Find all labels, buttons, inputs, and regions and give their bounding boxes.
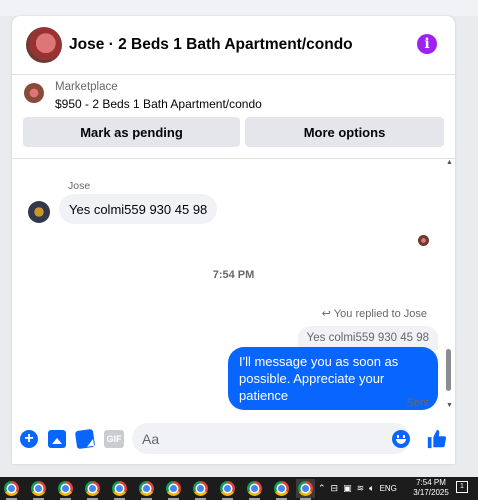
chrome-icon <box>31 481 46 496</box>
plus-icon[interactable]: + <box>20 430 38 448</box>
listing-thumbnail[interactable] <box>24 83 44 103</box>
conversation: Jose Yes colmi559 930 45 98 7:54 PM ↩ You… <box>12 159 455 410</box>
emoji-icon[interactable] <box>392 430 410 448</box>
gif-icon[interactable]: GIF <box>104 430 124 448</box>
chrome-icon <box>4 481 19 496</box>
listing-source: Marketplace <box>55 81 118 93</box>
mark-as-pending-button[interactable]: Mark as pending <box>23 117 240 147</box>
taskbar-app-chrome[interactable] <box>191 479 210 500</box>
taskbar-app-chrome[interactable] <box>56 479 75 500</box>
chrome-icon <box>220 481 235 496</box>
listing-panel: Marketplace $950 - 2 Beds 1 Bath Apartme… <box>12 75 455 159</box>
chrome-icon <box>85 481 100 496</box>
replied-label-text: You replied to Jose <box>333 308 427 320</box>
scroll-up-icon[interactable]: ▲ <box>446 159 453 166</box>
volume-icon[interactable]: 🔈︎ <box>369 483 374 494</box>
like-icon[interactable] <box>426 428 448 450</box>
clock[interactable]: 7:54 PM 3/17/2025 <box>410 478 452 498</box>
listing-price-title[interactable]: $950 - 2 Beds 1 Bath Apartment/condo <box>55 97 262 111</box>
chrome-icon <box>298 481 313 496</box>
message-status: Sent <box>406 397 429 409</box>
chat-header: Jose · 2 Beds 1 Bath Apartment/condo i <box>12 16 455 75</box>
more-options-button[interactable]: More options <box>245 117 444 147</box>
meet-now-icon[interactable]: ▣ <box>343 483 352 494</box>
sticker-icon[interactable] <box>74 428 96 450</box>
chrome-icon <box>166 481 181 496</box>
chat-title[interactable]: Jose · 2 Beds 1 Bath Apartment/condo <box>69 36 353 54</box>
chrome-icon <box>274 481 289 496</box>
wifi-icon[interactable]: ≋ <box>357 483 365 494</box>
window-top-strip <box>0 0 478 16</box>
taskbar-app-chrome-active[interactable] <box>296 479 315 500</box>
chrome-icon <box>139 481 154 496</box>
message-input[interactable]: Aa <box>132 423 410 454</box>
taskbar-app-chrome[interactable] <box>2 479 21 500</box>
replied-label: ↩ You replied to Jose <box>322 307 427 320</box>
taskbar-app-chrome[interactable] <box>137 479 156 500</box>
notification-icon[interactable]: 1 <box>456 481 468 493</box>
scrollbar[interactable]: ▲ ▼ <box>444 159 454 409</box>
system-tray: ⌃ ⊟ ▣ ≋ 🔈︎ ENG <box>318 477 397 500</box>
info-icon[interactable]: i <box>417 34 437 54</box>
chevron-up-icon[interactable]: ⌃ <box>318 483 326 494</box>
image-icon[interactable] <box>48 430 66 448</box>
clock-time: 7:54 PM <box>416 478 446 487</box>
scrollbar-thumb[interactable] <box>446 349 451 391</box>
chrome-icon <box>247 481 262 496</box>
language-indicator[interactable]: ENG <box>380 484 397 493</box>
taskbar-app-chrome[interactable] <box>29 479 48 500</box>
message-timestamp: 7:54 PM <box>212 269 255 281</box>
reply-arrow-icon: ↩ <box>321 308 331 320</box>
taskbar-app-chrome[interactable] <box>83 479 102 500</box>
taskbar-app-chrome[interactable] <box>110 479 129 500</box>
chrome-icon <box>193 481 208 496</box>
chat-window: Jose · 2 Beds 1 Bath Apartment/condo i M… <box>12 16 455 464</box>
network-icon[interactable]: ⊟ <box>331 483 339 494</box>
taskbar-app-chrome[interactable] <box>272 479 291 500</box>
composer: + GIF Aa <box>12 420 455 460</box>
taskbar-app-chrome[interactable] <box>245 479 264 500</box>
taskbar-app-chrome[interactable] <box>218 479 237 500</box>
incoming-message[interactable]: Yes colmi559 930 45 98 <box>59 194 218 224</box>
sender-avatar[interactable] <box>28 201 50 223</box>
sender-name: Jose <box>68 180 91 192</box>
chrome-icon <box>112 481 127 496</box>
taskbar-app-chrome[interactable] <box>164 479 183 500</box>
clock-date: 3/17/2025 <box>413 488 449 497</box>
scroll-down-icon[interactable]: ▼ <box>446 402 453 409</box>
avatar[interactable] <box>26 27 62 63</box>
chrome-icon <box>58 481 73 496</box>
taskbar: ⌃ ⊟ ▣ ≋ 🔈︎ ENG 7:54 PM 3/17/2025 1 <box>0 477 478 500</box>
seen-indicator-avatar <box>418 235 429 246</box>
